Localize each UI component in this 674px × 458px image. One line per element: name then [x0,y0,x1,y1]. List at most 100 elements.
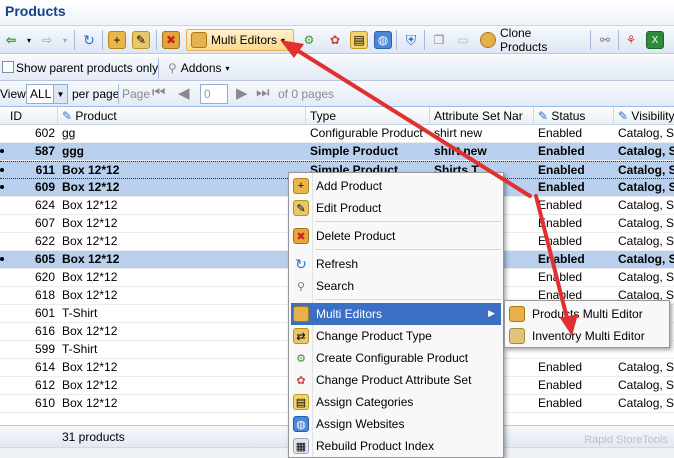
multi-editors-submenu: Products Multi Editor Inventory Multi Ed… [504,300,670,348]
delete-product-icon: ✖ [293,228,309,244]
grid-header: ID ✎ Product Type Attribute Set Nar ✎ St… [0,107,674,125]
multi-editors-label: Multi Editors [211,33,278,47]
context-menu: + Add Product ✎ Edit Product ✖ Delete Pr… [288,172,504,458]
attribute-set-icon[interactable]: ✿ [326,31,344,49]
toolbar-divider [102,30,103,50]
add-product-icon: + [293,178,309,194]
categories-icon[interactable]: ▤ [350,31,368,49]
delete-product-icon[interactable]: ✖ [162,31,180,49]
clone-icon [480,32,496,48]
submenu-arrow-icon: ▶ [488,308,495,318]
column-header-visibility[interactable]: ✎ Visibility [614,107,674,125]
attribute-set-icon: ✿ [296,374,306,387]
toolbar-divider [74,30,75,50]
toolbar-divider [590,30,591,50]
change-type-icon: ⇄ [293,328,309,344]
column-header-product[interactable]: ✎ Product [58,107,306,125]
copy-icon[interactable]: ❐ [430,31,448,49]
show-parent-checkbox[interactable] [2,61,14,73]
shield-icon[interactable]: ⛨ [402,31,420,49]
watermark: Rapid StoreTools [584,434,668,446]
page-label: Page [122,87,151,101]
pager-toolbar: View ALL ▼ per page Page ⏮ ◀ 0 ▶ ⏭ of 0 … [0,81,674,107]
multi-editors-icon [293,306,309,322]
menu-item-edit-product[interactable]: ✎ Edit Product [291,197,501,219]
categories-icon: ▤ [293,394,309,410]
per-page-label: per page [72,87,120,101]
addons-icon: ⚲ [168,61,177,75]
menu-item-assign-websites[interactable]: ◍ Assign Websites [291,413,501,435]
add-product-icon[interactable]: + [108,31,126,49]
products-multi-editor-icon [509,306,525,322]
toolbar-divider [158,58,159,78]
multi-editors-button[interactable]: Multi Editors ▾ [186,29,294,51]
back-arrow-icon[interactable]: ⇦ [2,31,20,49]
paste-icon[interactable]: ▭ [454,31,472,49]
chevron-down-icon: ▼ [53,85,67,103]
show-parent-label: Show parent products only [16,61,159,75]
websites-icon: ◍ [293,416,309,432]
title-bar: Products [0,0,674,26]
next-page-icon[interactable]: ▶ [236,84,248,102]
window-title: Products [5,3,66,19]
menu-separator [315,221,501,222]
menu-item-products-multi-editor[interactable]: Products Multi Editor [507,303,669,325]
menu-item-create-configurable[interactable]: ⚙ Create Configurable Product [291,347,501,369]
pencil-icon: ✎ [618,109,629,123]
refresh-icon[interactable]: ↻ [80,31,98,49]
menu-item-assign-categories[interactable]: ▤ Assign Categories [291,391,501,413]
per-page-value: ALL [30,87,52,101]
menu-item-delete-product[interactable]: ✖ Delete Product [291,225,501,247]
chevron-down-icon: ▾ [225,63,230,73]
column-header-id[interactable]: ID [0,107,58,125]
page-value: 0 [204,87,211,101]
addons-label: Addons [180,61,222,75]
forward-arrow-icon[interactable]: ⇨ [38,31,56,49]
link-icon[interactable]: ⚯ [596,31,614,49]
menu-item-multi-editors[interactable]: Multi Editors ▶ [291,303,501,325]
menu-item-add-product[interactable]: + Add Product [291,175,501,197]
prev-page-icon[interactable]: ◀ [178,84,190,102]
refresh-icon: ↻ [295,255,307,272]
search-icon: ⚲ [296,280,306,293]
excel-icon[interactable]: X [646,31,664,49]
chevron-down-icon: ▾ [281,35,286,45]
pencil-icon: ✎ [538,109,549,123]
column-header-attribute-set[interactable]: Attribute Set Nar [430,107,534,125]
toolbar-divider [618,30,619,50]
table-row[interactable]: 587 ggg Simple Product shirt new Enabled… [0,143,674,161]
inventory-multi-editor-icon [509,328,525,344]
page-input[interactable]: 0 [200,84,228,104]
filter-toolbar: Show parent products only ⚲ Addons ▾ [0,55,674,81]
view-label: View [0,87,26,101]
product-count: 31 products [62,430,125,444]
toolbar-divider [396,30,397,50]
configurable-icon[interactable]: ⚙ [300,31,318,49]
import-icon[interactable]: ⚘ [622,31,640,49]
column-header-type[interactable]: Type [306,107,430,125]
menu-item-rebuild-index[interactable]: ▦ Rebuild Product Index [291,435,501,457]
toolbar-divider [118,84,119,104]
last-page-icon[interactable]: ⏭ [256,84,270,101]
table-row[interactable]: 602 gg Configurable Product shirt new En… [0,125,674,143]
first-page-icon[interactable]: ⏮ [152,84,166,101]
menu-item-change-product-type[interactable]: ⇄ Change Product Type [291,325,501,347]
configurable-icon: ⚙ [296,352,306,365]
addons-button[interactable]: ⚲ Addons ▾ [164,57,234,79]
per-page-select[interactable]: ALL ▼ [26,84,68,104]
edit-product-icon[interactable]: ✎ [132,31,150,49]
of-pages-label: of 0 pages [278,87,335,101]
clone-products-button[interactable]: Clone Products [476,26,586,54]
toolbar-divider [156,30,157,50]
websites-icon[interactable]: ◍ [374,31,392,49]
menu-item-refresh[interactable]: ↻ Refresh [291,253,501,275]
column-header-status[interactable]: ✎ Status [534,107,614,125]
menu-item-search[interactable]: ⚲ Search [291,275,501,297]
menu-item-change-attribute-set[interactable]: ✿ Change Product Attribute Set [291,369,501,391]
back-dropdown-icon[interactable]: ▾ [20,31,38,49]
forward-dropdown-icon[interactable]: ▾ [56,31,74,49]
toolbar-divider [424,30,425,50]
menu-separator [315,249,501,250]
menu-separator [315,299,501,300]
menu-item-inventory-multi-editor[interactable]: Inventory Multi Editor [507,325,669,347]
